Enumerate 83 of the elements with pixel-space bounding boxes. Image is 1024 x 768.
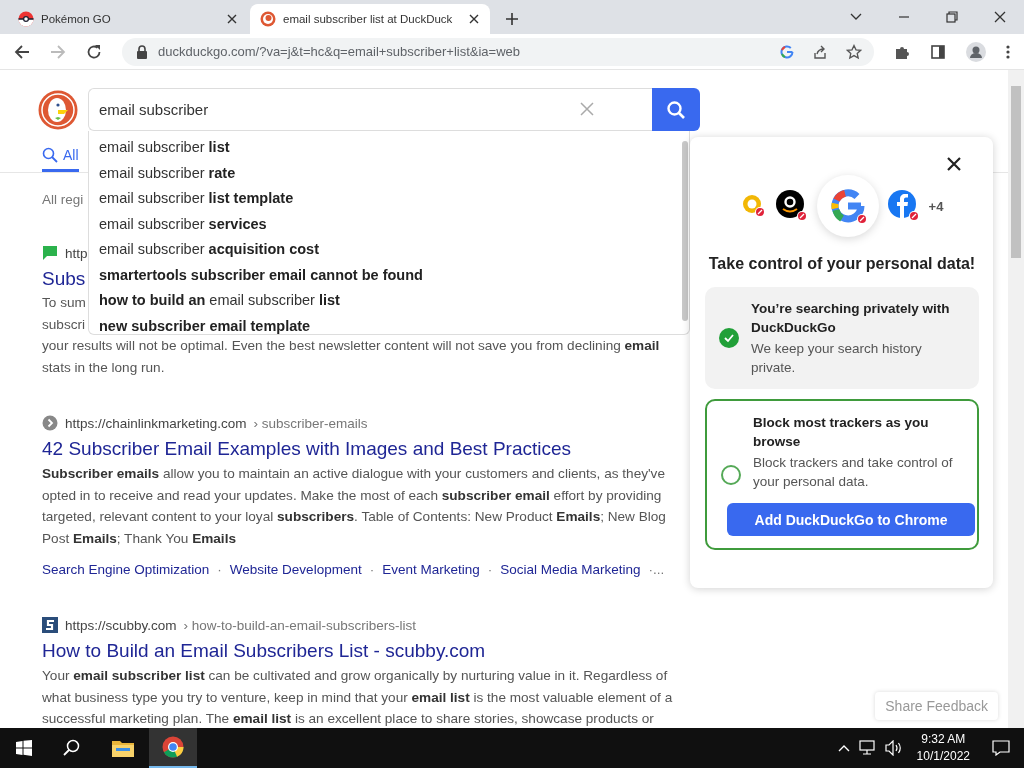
- search-field[interactable]: email subscriber: [88, 88, 652, 131]
- search-tab[interactable]: All: [42, 147, 79, 172]
- blocked-facebook-icon: [886, 189, 921, 223]
- chrome-icon: [162, 736, 184, 758]
- result-title[interactable]: How to Build an Email Subscribers List - scubby.com: [42, 638, 486, 664]
- tab-title: email subscriber list at DuckDuck: [283, 13, 454, 25]
- pokeball-icon: [18, 11, 34, 27]
- suggestion-item[interactable]: email subscriber list: [99, 135, 689, 161]
- url-text: duckduckgo.com/?va=j&t=hc&q=email+subscriber+list&ia=web: [158, 44, 521, 59]
- panel-heading: Take control of your personal data!: [707, 255, 977, 273]
- sitelink[interactable]: Social Media Marketing: [500, 560, 641, 580]
- suggestion-item[interactable]: email subscriber services: [99, 211, 689, 237]
- step-title: Block most trackers as you browse: [753, 414, 930, 451]
- result-path: › subscriber-emails: [253, 415, 368, 431]
- search-icon: [42, 147, 58, 163]
- close-icon[interactable]: [947, 157, 961, 171]
- suggestion-item[interactable]: new subscriber email template: [99, 313, 689, 339]
- suggestion-item[interactable]: smartertools subscriber email cannot be found: [99, 262, 689, 288]
- step-text: We keep your search history private.: [751, 340, 923, 377]
- result-url[interactable]: http: [65, 245, 88, 261]
- sitelink[interactable]: Event Marketing: [382, 560, 480, 580]
- clock-date[interactable]: 10/1/2022: [916, 748, 970, 765]
- blocked-tracker-icon: [774, 189, 809, 223]
- result-snippet: Subscriber emails allow you to maintain an active dialogue with your customers and clients, as they've opted in to receive and read your updates. Make the most of each subscriber email effort by providing targeted, relevant content to your loyal subscribers. Table of Contents: New Product Emails; New Blog Post Emails; Thank You Emails: [42, 465, 667, 548]
- duck-logo-icon: [260, 11, 276, 27]
- new-tab-icon[interactable]: [504, 11, 520, 27]
- star-icon[interactable]: [846, 43, 862, 60]
- reload-icon[interactable]: [86, 43, 102, 60]
- result-snippet: subscri: [42, 315, 86, 334]
- share-icon[interactable]: [812, 43, 828, 60]
- restore-icon[interactable]: [945, 10, 959, 24]
- blocked-tracker-icon: [740, 193, 767, 219]
- clock-time[interactable]: 9:32 AM: [921, 731, 966, 748]
- result-snippet: To sum: [42, 294, 86, 312]
- step-text: Block trackers and take control of your personal data.: [753, 454, 954, 491]
- menu-icon[interactable]: [1006, 43, 1010, 60]
- scrollbar[interactable]: [1008, 70, 1024, 728]
- profile-icon[interactable]: [966, 41, 986, 62]
- separator-dot: ·: [487, 561, 493, 579]
- result-url[interactable]: https://chainlinkmarketing.com: [65, 415, 247, 431]
- duck-logo-icon[interactable]: [38, 89, 78, 130]
- address-bar[interactable]: duckduckgo.com/?va=j&t=hc&q=email+subscriber+list&ia=web: [122, 37, 874, 66]
- tab-title: Pokémon GO: [41, 13, 112, 25]
- result-snippet: stats in the long run.: [42, 358, 165, 377]
- tracker-count: +4: [928, 198, 944, 214]
- suggestion-item[interactable]: email subscriber acquisition cost: [99, 237, 689, 263]
- volume-icon[interactable]: [884, 740, 903, 756]
- suggestion-item[interactable]: email subscriber list template: [99, 186, 689, 212]
- close-icon[interactable]: [993, 10, 1007, 24]
- search-icon[interactable]: [63, 739, 81, 757]
- result-title[interactable]: Subs: [42, 266, 86, 292]
- site-icon: [42, 617, 58, 633]
- suggestion-item[interactable]: email subscriber rate: [99, 160, 689, 186]
- notification-icon[interactable]: [992, 740, 1010, 756]
- back-icon[interactable]: [14, 43, 30, 60]
- result-snippet: Your email subscriber list can be cultivated and grow organically by nurturing value in it. Regardless of what business type you try to venture, keep in mind that your email list is the most valuable element of a successful marketing plan. The email list is an excellent place to share stories, showcase products or: [42, 667, 674, 728]
- region-selector[interactable]: All regi: [42, 191, 84, 209]
- separator-dot: ·: [217, 561, 222, 579]
- browser-tab[interactable]: email subscriber list at DuckDuck: [250, 4, 490, 34]
- site-icon: [42, 245, 58, 261]
- add-extension-button[interactable]: Add DuckDuckGo to Chrome: [727, 503, 975, 536]
- network-icon[interactable]: [858, 740, 877, 756]
- taskbar-button[interactable]: [149, 728, 197, 768]
- google-icon[interactable]: [780, 44, 794, 59]
- result-snippet: your results will not be optimal. Even the best newsletter content will not save you from declining email: [42, 337, 660, 355]
- site-icon: [42, 415, 58, 431]
- result-title[interactable]: 42 Subscriber Email Examples with Images and Best Practices: [42, 436, 572, 462]
- search-button[interactable]: [652, 88, 700, 131]
- step-title: You’re searching privately with DuckDuckGo: [751, 300, 951, 337]
- browser-tab[interactable]: Pokémon GO: [8, 4, 248, 34]
- sitelink[interactable]: Website Development: [229, 560, 362, 580]
- sitelink[interactable]: Search Engine Optimization: [42, 560, 210, 580]
- scrollbar[interactable]: [682, 141, 688, 321]
- result-url[interactable]: https://scubby.com: [65, 617, 177, 633]
- separator-dot: ·...: [648, 561, 665, 579]
- sidebar-icon[interactable]: [930, 43, 946, 60]
- separator-dot: ·: [369, 561, 375, 579]
- suggestion-item[interactable]: how to build an email subscriber list: [99, 288, 689, 314]
- folder-icon[interactable]: [112, 739, 134, 757]
- search-icon: [666, 99, 686, 120]
- result-path: › how-to-build-an-email-subscribers-list: [183, 617, 417, 633]
- windows-start-icon[interactable]: [16, 740, 32, 756]
- lock-icon: [136, 44, 148, 59]
